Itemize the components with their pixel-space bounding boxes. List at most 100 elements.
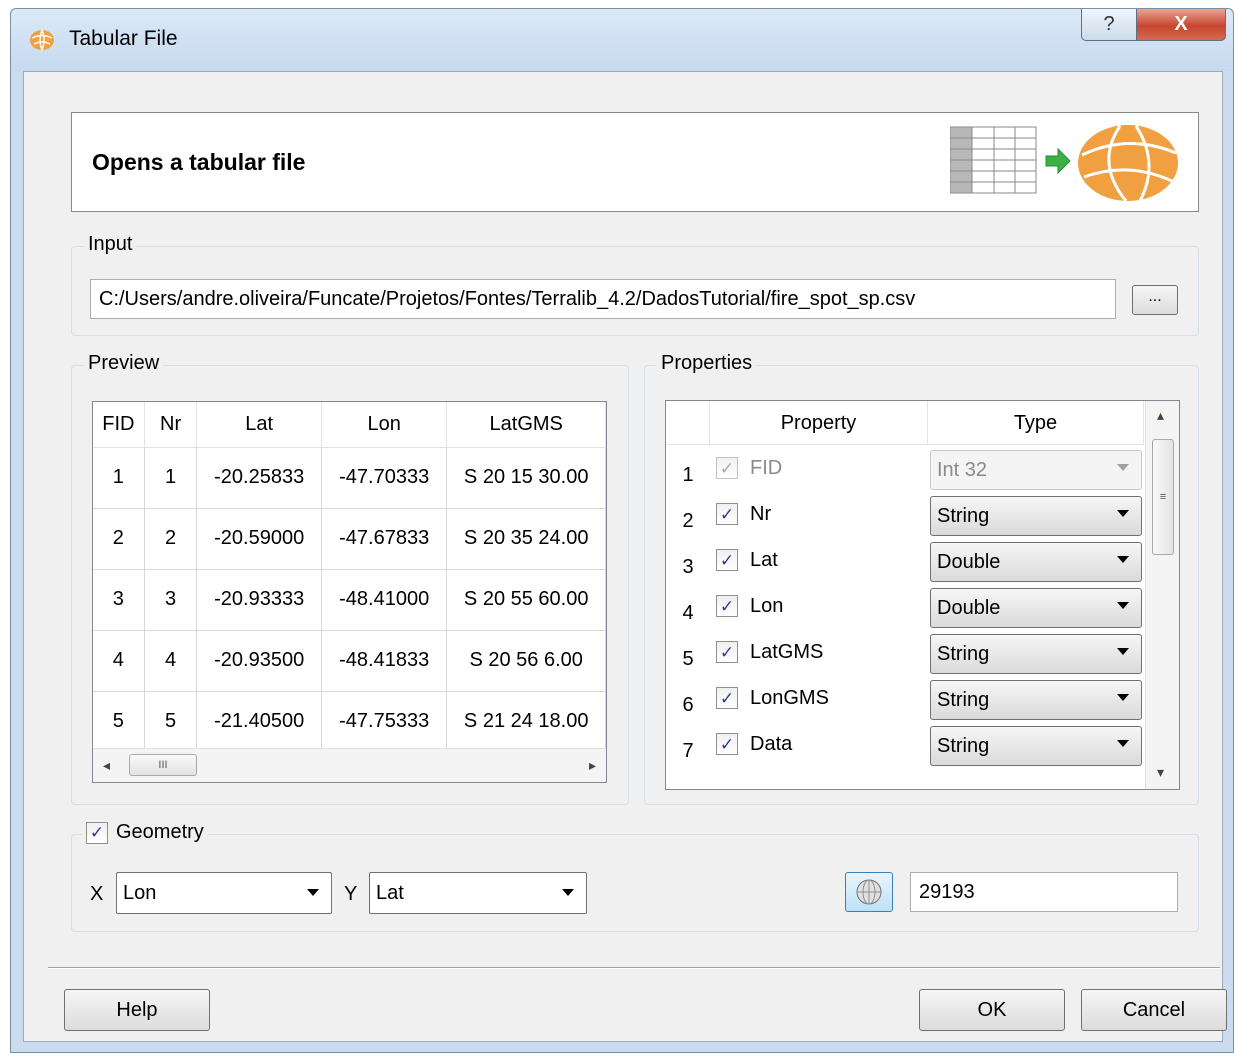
col-header-lat[interactable]: Lat bbox=[196, 402, 322, 448]
scroll-up-icon[interactable]: ▴ bbox=[1157, 407, 1164, 424]
dialog-window: Tabular File ? X Opens a tabular file In… bbox=[10, 8, 1234, 1053]
table-row[interactable]: 1 1 -20.25833 -47.70333 S 20 15 30.00 bbox=[93, 447, 606, 509]
type-select[interactable]: Double bbox=[930, 542, 1142, 582]
y-column-select[interactable]: Lat bbox=[369, 872, 587, 914]
property-checkbox[interactable]: ✓ bbox=[716, 641, 738, 663]
properties-header: Property Type bbox=[666, 401, 1144, 445]
property-name: Lon bbox=[750, 595, 784, 617]
file-path-input[interactable]: C:/Users/andre.oliveira/Funcate/Projetos… bbox=[90, 279, 1116, 319]
type-select[interactable]: String bbox=[930, 726, 1142, 766]
col-header-lon[interactable]: Lon bbox=[321, 402, 448, 448]
property-checkbox[interactable]: ✓ bbox=[716, 687, 738, 709]
type-select[interactable]: String bbox=[930, 634, 1142, 674]
table-cell: -47.75333 bbox=[321, 691, 448, 753]
property-checkbox: ✓ bbox=[716, 457, 738, 479]
table-row[interactable]: 5 5 -21.40500 -47.75333 S 21 24 18.00 bbox=[93, 691, 606, 753]
horizontal-scrollbar[interactable]: ◂ III ▸ bbox=[93, 748, 606, 782]
table-cell: 3 bbox=[93, 569, 145, 631]
property-name: LatGMS bbox=[750, 641, 824, 663]
close-button[interactable]: X bbox=[1136, 9, 1226, 41]
col-header-type[interactable]: Type bbox=[928, 401, 1144, 445]
chevron-down-icon bbox=[562, 889, 574, 896]
property-checkbox[interactable]: ✓ bbox=[716, 733, 738, 755]
scroll-down-icon[interactable]: ▾ bbox=[1157, 764, 1164, 781]
preview-table[interactable]: FID Nr Lat Lon LatGMS 1 1 -20.25833 -47. bbox=[92, 401, 607, 783]
x-label: X bbox=[90, 883, 104, 905]
property-row[interactable]: 2 ✓ Nr String bbox=[666, 493, 1144, 539]
cancel-button[interactable]: Cancel bbox=[1081, 989, 1227, 1031]
properties-group-label: Properties bbox=[657, 352, 757, 375]
row-number: 6 bbox=[682, 693, 694, 716]
row-number-header bbox=[666, 401, 710, 445]
srid-input[interactable]: 29193 bbox=[910, 872, 1178, 912]
table-cell: 5 bbox=[93, 691, 145, 753]
table-row[interactable]: 4 4 -20.93500 -48.41833 S 20 56 6.00 bbox=[93, 630, 606, 692]
col-header-nr[interactable]: Nr bbox=[144, 402, 198, 448]
x-column-value: Lon bbox=[123, 881, 157, 904]
property-row[interactable]: 6 ✓ LonGMS String bbox=[666, 677, 1144, 723]
property-name: LonGMS bbox=[750, 687, 829, 709]
vertical-scrollbar[interactable]: ▴ ≡ ▾ bbox=[1145, 401, 1179, 789]
chevron-down-icon bbox=[1117, 740, 1129, 747]
table-cell: 2 bbox=[93, 508, 145, 570]
property-checkbox[interactable]: ✓ bbox=[716, 549, 738, 571]
help-title-button[interactable]: ? bbox=[1081, 9, 1137, 41]
table-cell: -47.70333 bbox=[321, 447, 448, 509]
properties-group: Properties Property Type 1 ✓ FID Int 32 bbox=[644, 352, 1199, 805]
table-cell: S 20 55 60.00 bbox=[446, 569, 606, 631]
row-number: 1 bbox=[682, 463, 694, 486]
type-value: String bbox=[937, 734, 990, 757]
scroll-left-icon[interactable]: ◂ bbox=[103, 757, 110, 774]
title-bar[interactable]: Tabular File ? X bbox=[11, 9, 1233, 71]
chevron-down-icon bbox=[1117, 464, 1129, 471]
row-number: 7 bbox=[682, 739, 694, 762]
property-row[interactable]: 1 ✓ FID Int 32 bbox=[666, 447, 1144, 493]
table-cell: 1 bbox=[93, 447, 145, 509]
geometry-toggle[interactable]: ✓ Geometry bbox=[82, 821, 208, 844]
property-name: Lat bbox=[750, 549, 778, 571]
ok-button[interactable]: OK bbox=[919, 989, 1065, 1031]
table-row[interactable]: 3 3 -20.93333 -48.41000 S 20 55 60.00 bbox=[93, 569, 606, 631]
properties-table[interactable]: Property Type 1 ✓ FID Int 32 2 ✓ Nr Stri… bbox=[665, 400, 1180, 790]
property-row[interactable]: 5 ✓ LatGMS String bbox=[666, 631, 1144, 677]
type-value: String bbox=[937, 688, 990, 711]
header-panel: Opens a tabular file bbox=[71, 112, 1199, 212]
property-checkbox[interactable]: ✓ bbox=[716, 595, 738, 617]
vertical-scroll-thumb[interactable]: ≡ bbox=[1152, 439, 1174, 555]
preview-group: Preview FID Nr Lat Lon LatGMS 1 1 -20.25… bbox=[71, 352, 629, 805]
globe-icon bbox=[1078, 125, 1178, 202]
col-header-latgms[interactable]: LatGMS bbox=[446, 402, 606, 448]
property-checkbox[interactable]: ✓ bbox=[716, 503, 738, 525]
property-row[interactable]: 4 ✓ Lon Double bbox=[666, 585, 1144, 631]
type-select[interactable]: Double bbox=[930, 588, 1142, 628]
table-cell: S 20 15 30.00 bbox=[446, 447, 606, 509]
property-name: FID bbox=[750, 457, 783, 479]
table-row[interactable]: 2 2 -20.59000 -47.67833 S 20 35 24.00 bbox=[93, 508, 606, 570]
table-cell: -48.41833 bbox=[321, 630, 448, 692]
col-header-fid[interactable]: FID bbox=[93, 402, 145, 448]
property-row[interactable]: 3 ✓ Lat Double bbox=[666, 539, 1144, 585]
help-button[interactable]: Help bbox=[64, 989, 210, 1031]
property-name: Data bbox=[750, 733, 793, 755]
arrow-right-icon bbox=[1045, 147, 1071, 175]
row-number: 2 bbox=[682, 509, 694, 532]
srs-button[interactable] bbox=[845, 872, 893, 912]
table-cell: 3 bbox=[144, 569, 198, 631]
x-column-select[interactable]: Lon bbox=[116, 872, 332, 914]
horizontal-scroll-thumb[interactable]: III bbox=[129, 754, 197, 776]
col-header-property[interactable]: Property bbox=[710, 401, 928, 445]
type-select[interactable]: String bbox=[930, 496, 1142, 536]
window-title: Tabular File bbox=[69, 27, 178, 50]
property-row[interactable]: 7 ✓ Data String bbox=[666, 723, 1144, 769]
type-value: Double bbox=[937, 550, 1001, 573]
geometry-checkbox[interactable]: ✓ bbox=[86, 821, 108, 844]
browse-button[interactable]: ... bbox=[1132, 285, 1178, 315]
scroll-right-icon[interactable]: ▸ bbox=[589, 757, 596, 774]
type-select[interactable]: String bbox=[930, 680, 1142, 720]
table-cell: -20.93500 bbox=[196, 630, 322, 692]
table-cell: S 20 35 24.00 bbox=[446, 508, 606, 570]
header-title: Opens a tabular file bbox=[92, 149, 306, 175]
chevron-down-icon bbox=[1117, 510, 1129, 517]
chevron-down-icon bbox=[1117, 648, 1129, 655]
header-illustration bbox=[950, 125, 1178, 202]
